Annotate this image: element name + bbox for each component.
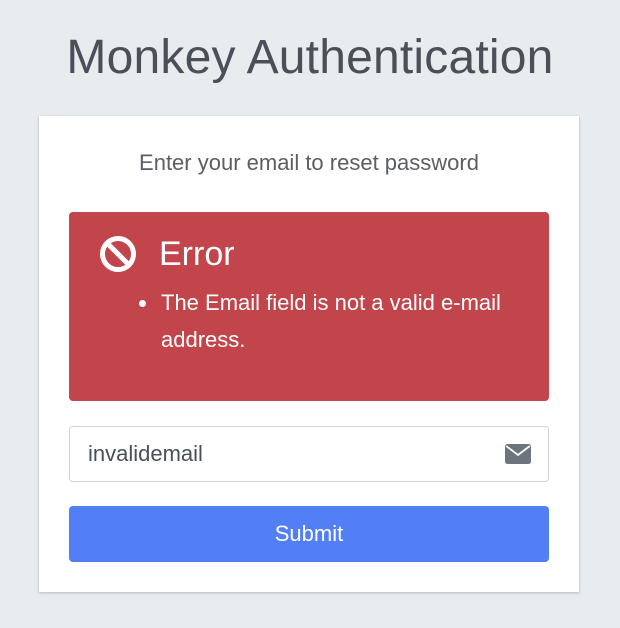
reset-instructions: Enter your email to reset password — [139, 150, 479, 175]
email-input-group — [69, 426, 549, 482]
alert-heading: Error — [99, 232, 235, 276]
alert-title: Error — [159, 235, 235, 273]
envelope-icon — [505, 444, 531, 464]
error-item: The Email field is not a valid e-mail ad… — [159, 284, 519, 358]
ban-icon — [100, 236, 136, 272]
submit-button[interactable]: Submit — [69, 506, 549, 562]
reset-password-card: Enter your email to reset password Error… — [39, 116, 579, 592]
email-input[interactable] — [70, 427, 490, 481]
page-title: Monkey Authentication — [66, 31, 554, 84]
error-list: The Email field is not a valid e-mail ad… — [99, 284, 519, 358]
error-alert: Error The Email field is not a valid e-m… — [69, 212, 549, 401]
